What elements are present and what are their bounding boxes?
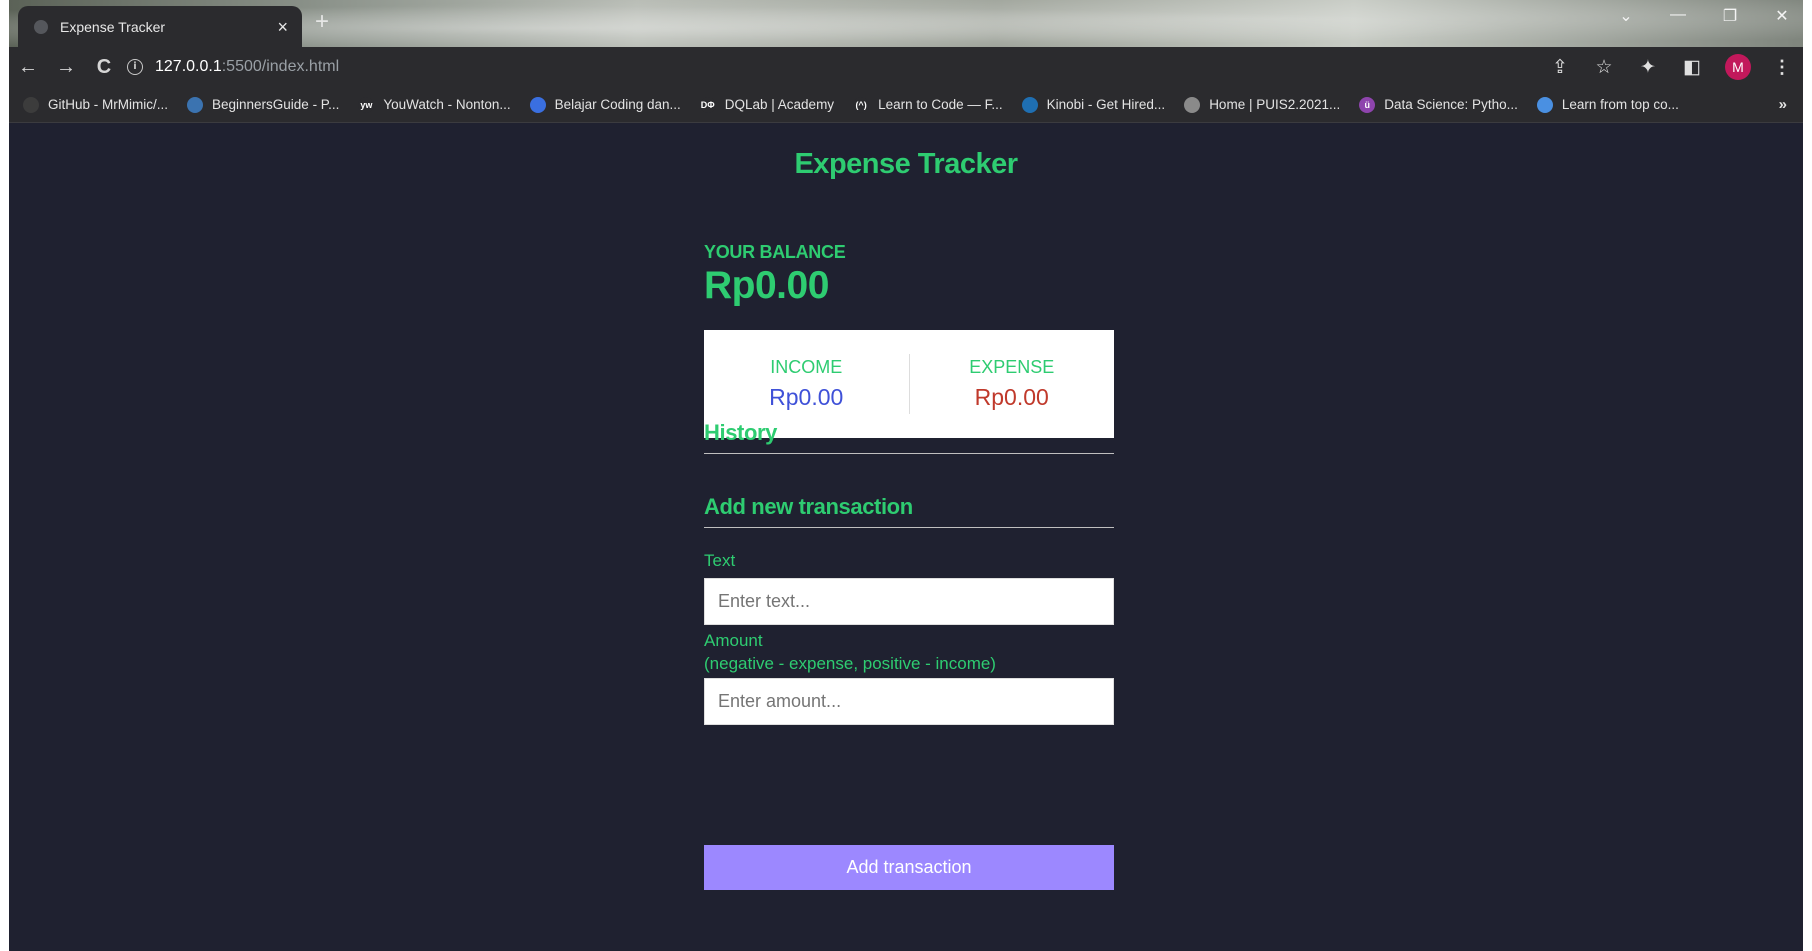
python-icon — [187, 96, 203, 113]
bookmarks-bar: GitHub - MrMimic/... BeginnersGuide - P..… — [9, 87, 1803, 123]
bookmark-label: DQLab | Academy — [724, 97, 835, 112]
puis-icon — [1184, 96, 1201, 113]
bookmarks-overflow-button[interactable]: » — [1779, 87, 1787, 123]
dicoding-icon — [529, 96, 546, 113]
forward-arrow-icon[interactable]: → — [47, 56, 85, 79]
bookmark-item[interactable]: yw YouWatch - Nonton... — [358, 96, 511, 113]
info-icon[interactable]: i — [127, 59, 143, 75]
window-controls: ⌄ — ❐ ✕ — [1615, 6, 1793, 26]
bookmark-label: Learn to Code — F... — [878, 97, 1003, 112]
bookmark-label: Belajar Coding dan... — [554, 97, 681, 112]
bookmark-label: Home | PUIS2.2021... — [1209, 97, 1341, 112]
new-tab-button[interactable]: + — [315, 10, 329, 34]
dqlab-icon: DΦ — [699, 96, 716, 113]
tab-search-icon[interactable]: ⌄ — [1615, 6, 1637, 26]
history-title: History — [704, 420, 777, 445]
expense-value: Rp0.00 — [974, 384, 1049, 410]
close-tab-icon[interactable]: × — [277, 18, 288, 36]
bookmark-label: Kinobi - Get Hired... — [1046, 97, 1166, 112]
bookmark-label: BeginnersGuide - P... — [212, 97, 340, 112]
app-title: Expense Tracker — [794, 148, 1018, 180]
amount-label-line1: Amount — [704, 631, 763, 650]
screen: Expense Tracker × + ⌄ — ❐ ✕ ← → C i 127.… — [0, 0, 1812, 951]
url-path: :5500/index.html — [221, 58, 340, 75]
menu-kebab-icon[interactable]: ⋮ — [1773, 57, 1791, 78]
balance-value: Rp0.00 — [704, 264, 829, 307]
profile-avatar[interactable]: M — [1725, 54, 1751, 80]
back-arrow-icon[interactable]: ← — [9, 56, 47, 79]
amount-input[interactable] — [704, 678, 1114, 725]
text-label: Text — [704, 551, 736, 570]
freecodecamp-icon: (^) — [853, 96, 870, 113]
amount-label: Amount (negative - expense, positive - i… — [704, 629, 996, 675]
url-host: 127.0.0.1 — [155, 58, 222, 75]
tab-expense-tracker[interactable]: Expense Tracker × — [18, 6, 302, 47]
income-label: INCOME — [770, 357, 843, 377]
browser-toolbar: ← → C i 127.0.0.1:5500/index.html ⇪ ☆ ✦ … — [9, 47, 1803, 87]
bookmark-label: Data Science: Pytho... — [1384, 97, 1518, 112]
github-icon — [23, 96, 39, 113]
bookmark-label: YouWatch - Nonton... — [383, 97, 511, 112]
bookmark-item[interactable]: Kinobi - Get Hired... — [1021, 96, 1166, 113]
bookmark-item[interactable]: GitHub - MrMimic/... — [23, 96, 168, 113]
address-bar[interactable]: i 127.0.0.1:5500/index.html — [127, 51, 339, 83]
add-transaction-title: Add new transaction — [704, 494, 913, 519]
bookmark-item[interactable]: Belajar Coding dan... — [529, 96, 681, 113]
close-window-button[interactable]: ✕ — [1771, 6, 1793, 26]
income-column: INCOME Rp0.00 — [704, 357, 909, 411]
tab-title: Expense Tracker — [60, 18, 166, 35]
reload-icon[interactable]: C — [85, 56, 123, 79]
globe-icon — [34, 19, 48, 34]
add-transaction-divider — [704, 527, 1114, 528]
bookmark-label: GitHub - MrMimic/... — [48, 97, 168, 112]
diamond-icon — [1536, 96, 1553, 113]
history-divider — [704, 453, 1114, 454]
amount-label-line2: (negative - expense, positive - income) — [704, 654, 996, 673]
bookmark-item[interactable]: (^) Learn to Code — F... — [853, 96, 1003, 113]
bookmark-star-icon[interactable]: ☆ — [1593, 56, 1615, 79]
youwatch-icon: yw — [358, 96, 375, 113]
share-icon[interactable]: ⇪ — [1549, 56, 1571, 79]
maximize-button[interactable]: ❐ — [1719, 6, 1741, 26]
balance-label: YOUR BALANCE — [704, 242, 846, 262]
bookmark-item[interactable]: Home | PUIS2.2021... — [1184, 96, 1341, 113]
bookmark-item[interactable]: BeginnersGuide - P... — [187, 96, 340, 113]
minimize-button[interactable]: — — [1667, 6, 1689, 26]
bookmark-item[interactable]: Learn from top co... — [1536, 96, 1679, 113]
text-input[interactable] — [704, 578, 1114, 625]
expense-label: EXPENSE — [969, 357, 1055, 377]
side-panel-icon[interactable]: ◧ — [1681, 56, 1703, 79]
bookmark-item[interactable]: ü Data Science: Pytho... — [1359, 96, 1518, 113]
add-transaction-button[interactable]: Add transaction — [704, 845, 1114, 890]
udemy-icon: ü — [1359, 96, 1376, 113]
kinobi-icon — [1021, 96, 1038, 113]
bookmark-item[interactable]: DΦ DQLab | Academy — [699, 96, 835, 113]
tab-strip: Expense Tracker × + ⌄ — ❐ ✕ — [9, 0, 1803, 47]
income-value: Rp0.00 — [769, 384, 844, 410]
toolbar-actions: ⇪ ☆ ✦ ◧ M ⋮ — [1549, 47, 1791, 87]
extensions-puzzle-icon[interactable]: ✦ — [1637, 56, 1659, 79]
browser-window: Expense Tracker × + ⌄ — ❐ ✕ ← → C i 127.… — [9, 0, 1803, 951]
bookmark-label: Learn from top co... — [1561, 97, 1679, 112]
page-content: Expense Tracker YOUR BALANCE Rp0.00 INCO… — [9, 124, 1803, 951]
expense-column: EXPENSE Rp0.00 — [910, 357, 1115, 411]
